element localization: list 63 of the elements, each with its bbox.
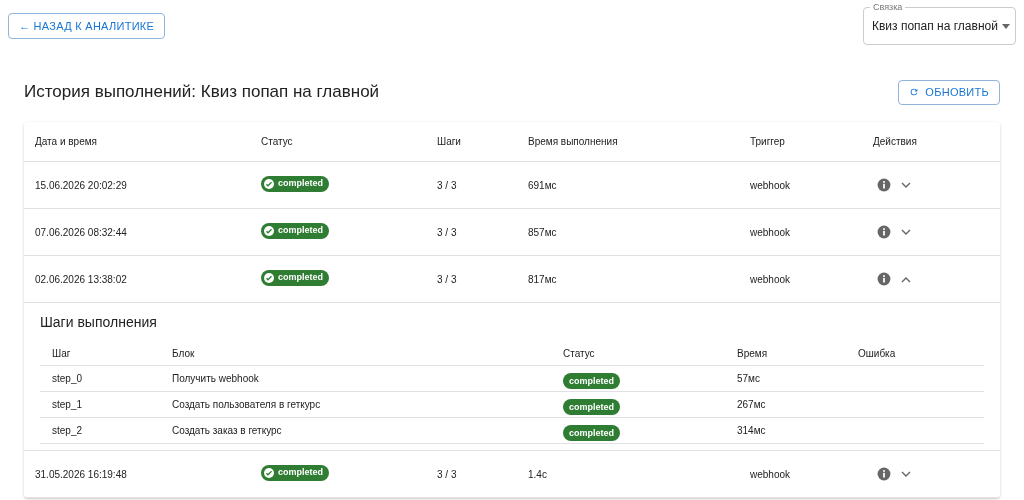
caret-icon bbox=[1001, 23, 1010, 29]
back-button[interactable]: ← НАЗАД К АНАЛИТИКЕ bbox=[8, 13, 166, 39]
column-header: Время bbox=[737, 346, 769, 361]
table-cell-text: Создать пользователя в геткурс bbox=[172, 398, 322, 412]
column-header: Статус bbox=[563, 346, 596, 361]
table-cell-text: 1.4с bbox=[528, 467, 548, 482]
table-cell-text: webhook bbox=[750, 272, 792, 287]
check-circle-icon bbox=[263, 225, 275, 237]
table-cell-text: 267мс bbox=[737, 398, 767, 412]
table-cell-text: 691мс bbox=[528, 178, 558, 193]
table-cell-text: 3 / 3 bbox=[437, 225, 458, 240]
column-header: Шаг bbox=[52, 346, 72, 361]
status-badge: completed bbox=[563, 425, 620, 442]
status-badge: completed bbox=[261, 176, 329, 192]
chevron-up-icon[interactable] bbox=[901, 275, 911, 283]
table-cell-text: 15.06.2026 20:02:29 bbox=[35, 178, 128, 193]
column-header: Действия bbox=[873, 135, 918, 149]
column-header: Триггер bbox=[750, 135, 786, 149]
table-cell-text: 07.06.2026 08:32:44 bbox=[35, 225, 128, 240]
chevron-down-icon[interactable] bbox=[901, 228, 911, 236]
check-circle-icon bbox=[263, 467, 275, 479]
select-label: Связка bbox=[870, 3, 906, 12]
info-icon[interactable] bbox=[877, 272, 891, 286]
status-badge: completed bbox=[261, 223, 329, 239]
column-header: Статус bbox=[261, 135, 294, 149]
refresh-button[interactable]: ОБНОВИТЬ bbox=[898, 79, 1000, 105]
table-cell-text: 57мс bbox=[737, 372, 761, 386]
section-title: Шаги выполнения bbox=[40, 313, 158, 332]
info-icon[interactable] bbox=[877, 178, 891, 192]
table-cell-text: 02.06.2026 13:38:02 bbox=[35, 272, 128, 287]
column-header: Дата и время bbox=[35, 135, 98, 149]
chevron-down-icon[interactable] bbox=[901, 181, 911, 189]
table-cell-text: 857мс bbox=[528, 225, 558, 240]
status-badge: completed bbox=[261, 465, 329, 481]
info-icon[interactable] bbox=[877, 467, 891, 481]
page-title: История выполнений: Квиз попап на главной bbox=[24, 81, 380, 104]
info-icon[interactable] bbox=[877, 225, 891, 239]
status-badge: completed bbox=[261, 270, 329, 286]
table-cell-text: 3 / 3 bbox=[437, 467, 458, 482]
column-header: Шаги bbox=[437, 135, 462, 149]
select-value: Квиз попап на главной bbox=[872, 18, 998, 35]
column-header: Ошибка bbox=[858, 346, 897, 361]
check-circle-icon bbox=[263, 178, 275, 190]
table-cell-text: Получить webhook bbox=[172, 372, 260, 386]
status-badge: completed bbox=[563, 373, 620, 390]
table-cell-text: webhook bbox=[750, 225, 792, 240]
table-cell-text: webhook bbox=[750, 467, 792, 482]
table-cell-text: step_2 bbox=[52, 424, 84, 438]
column-header: Блок bbox=[172, 346, 196, 361]
table-cell-text: webhook bbox=[750, 178, 792, 193]
chevron-down-icon[interactable] bbox=[901, 470, 911, 478]
table-cell-text: step_1 bbox=[52, 398, 84, 412]
table-cell-text: Создать заказ в геткурс bbox=[172, 424, 283, 438]
table-cell-text: 817мс bbox=[528, 272, 558, 287]
column-header: Время выполнения bbox=[528, 135, 619, 149]
table-cell-text: 3 / 3 bbox=[437, 272, 458, 287]
table-cell-text: 3 / 3 bbox=[437, 178, 458, 193]
table-cell-text: 31.05.2026 16:19:48 bbox=[35, 467, 128, 482]
status-badge: completed bbox=[563, 399, 620, 416]
table-cell-text: step_0 bbox=[52, 372, 84, 386]
check-circle-icon bbox=[263, 272, 275, 284]
refresh-icon bbox=[909, 87, 920, 97]
table-cell-text: 314мс bbox=[737, 424, 767, 438]
